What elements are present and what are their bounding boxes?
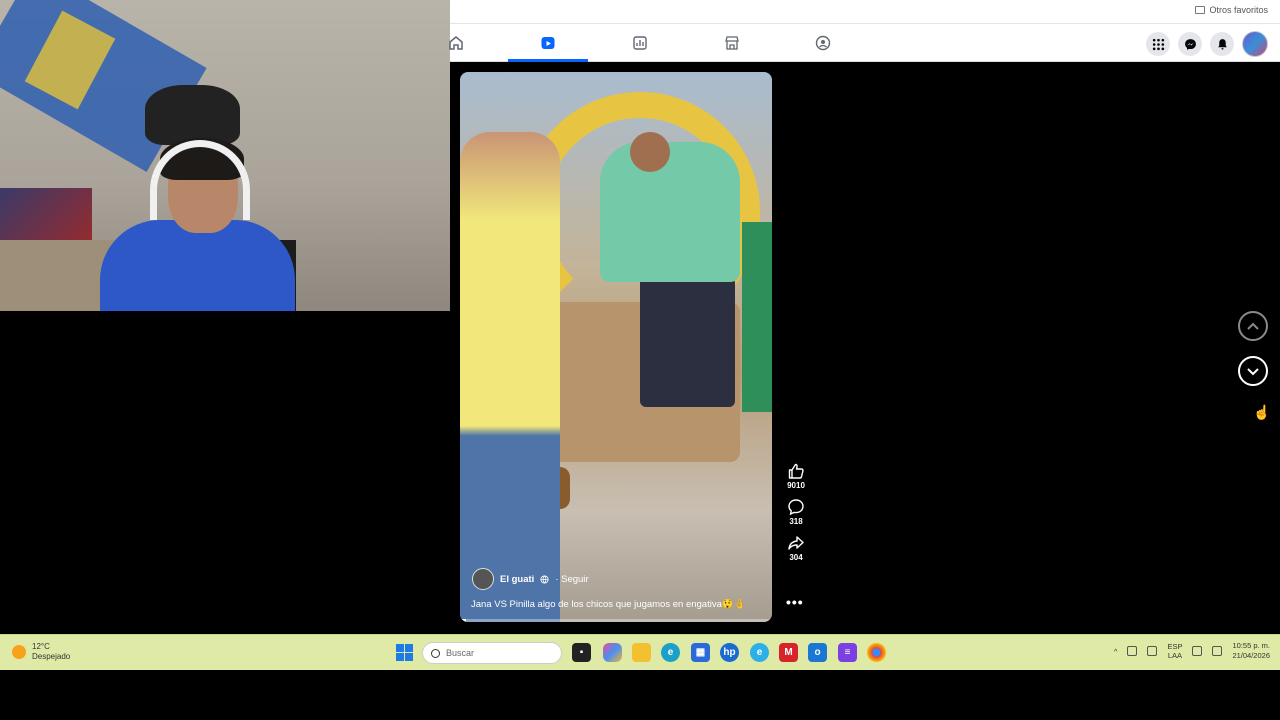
- chevron-up-icon[interactable]: ^: [1114, 647, 1118, 656]
- clock[interactable]: 10:55 p. m. 21/04/2026: [1232, 641, 1270, 661]
- clock-date: 21/04/2026: [1232, 651, 1270, 660]
- weather-condition: Despejado: [32, 652, 71, 661]
- webcam-overlay: [0, 0, 450, 311]
- reels-icon: [541, 37, 555, 49]
- wifi-icon[interactable]: [1192, 646, 1203, 656]
- volume-icon[interactable]: [1212, 646, 1223, 656]
- hand-cursor-icon: ☝: [1253, 404, 1271, 420]
- messenger-icon: [1184, 38, 1196, 50]
- grid-menu-icon: [1152, 38, 1164, 50]
- chevron-up-icon: [1247, 322, 1259, 330]
- bookmarks-bar: Otros favoritos: [450, 0, 1280, 24]
- streamer-hoodie: [100, 220, 295, 311]
- tab-reels[interactable]: [508, 24, 588, 62]
- keyboard-layout: LAA: [1167, 651, 1183, 660]
- author-name[interactable]: El guati: [500, 574, 534, 585]
- weather-widget[interactable]: 12°C Despejado: [12, 642, 70, 662]
- bell-icon: [1217, 38, 1227, 50]
- start-button[interactable]: [396, 644, 413, 661]
- chrome-icon[interactable]: [867, 643, 886, 662]
- follow-button[interactable]: · Seguir: [555, 574, 588, 585]
- more-options-button[interactable]: •••: [786, 594, 804, 610]
- home-icon: [449, 36, 463, 50]
- browser-window: Otros favoritos El guati · Seguir Jana V…: [0, 0, 1280, 634]
- notifications-button[interactable]: [1210, 32, 1234, 56]
- edge-icon[interactable]: e: [661, 643, 680, 662]
- comment-icon: [788, 499, 804, 516]
- language-indicator[interactable]: ESP LAA: [1167, 642, 1182, 660]
- search-placeholder: Buscar: [446, 648, 475, 658]
- next-reel-button[interactable]: [1238, 356, 1268, 386]
- video-person-left: [460, 132, 560, 622]
- language-code: ESP: [1167, 642, 1183, 651]
- desktop: Otros favoritos El guati · Seguir Jana V…: [0, 0, 1280, 720]
- tab-marketplace[interactable]: [692, 24, 772, 62]
- reel-actions: 9010 318 304: [780, 462, 812, 570]
- helmet: [145, 85, 240, 145]
- edge-beta-icon[interactable]: e: [750, 643, 769, 662]
- like-count: 9010: [787, 481, 805, 490]
- file-explorer-icon[interactable]: [632, 643, 651, 662]
- task-view-icon[interactable]: ▪: [572, 643, 591, 662]
- clipchamp-icon[interactable]: ≡: [838, 643, 857, 662]
- microphone-icon[interactable]: [1147, 646, 1158, 656]
- tab-ads[interactable]: [600, 24, 680, 62]
- reel-progress-fill: [460, 619, 467, 622]
- globe-icon: [540, 574, 549, 584]
- like-button[interactable]: 9010: [780, 462, 812, 490]
- hp-icon[interactable]: hp: [720, 643, 739, 662]
- windows-logo-pane: [396, 653, 404, 661]
- messenger-button[interactable]: [1178, 32, 1202, 56]
- outlook-icon[interactable]: o: [808, 643, 827, 662]
- facebook-navbar: [449, 24, 1280, 62]
- comment-button[interactable]: 318: [780, 498, 812, 526]
- windows-logo-pane: [405, 653, 413, 661]
- other-favorites-button[interactable]: Otros favoritos: [1195, 5, 1268, 15]
- reel-video[interactable]: El guati · Seguir Jana VS Pinilla algo d…: [460, 72, 772, 622]
- tab-home[interactable]: [416, 24, 496, 62]
- other-favorites-label: Otros favoritos: [1209, 5, 1268, 15]
- profile-avatar[interactable]: [1242, 31, 1268, 57]
- chevron-down-icon: [1247, 368, 1259, 376]
- weather-temp: 12°C: [32, 642, 50, 651]
- weather-text: 12°C Despejado: [32, 642, 70, 662]
- clock-time: 10:55 p. m.: [1232, 641, 1270, 650]
- windows-taskbar: 12°C Despejado Buscar ▪ e ▦ hp e M o ≡ ^…: [0, 634, 1280, 670]
- network-icon[interactable]: [1127, 646, 1138, 656]
- video-person-shirt: [600, 142, 740, 282]
- reel-progress-bar[interactable]: [460, 619, 772, 622]
- folder-icon: [1195, 6, 1206, 14]
- author-avatar[interactable]: [472, 568, 494, 590]
- thumbs-up-icon: [788, 463, 804, 479]
- chart-icon: [633, 36, 647, 50]
- windows-logo-pane: [396, 644, 404, 652]
- moon-weather-icon: [12, 645, 26, 659]
- groups-icon: [815, 35, 831, 51]
- copilot-icon[interactable]: [603, 643, 622, 662]
- system-tray: ^ ESP LAA 10:55 p. m. 21/04/2026: [1114, 641, 1270, 661]
- menu-button[interactable]: [1146, 32, 1170, 56]
- previous-reel-button[interactable]: [1238, 311, 1268, 341]
- video-person-head: [630, 132, 670, 172]
- mcafee-icon[interactable]: M: [779, 643, 798, 662]
- tab-groups[interactable]: [783, 24, 863, 62]
- windows-logo-pane: [405, 644, 413, 652]
- reel-caption: Jana VS Pinilla algo de los chicos que j…: [471, 599, 746, 610]
- share-button[interactable]: 304: [780, 534, 812, 562]
- store-icon: [725, 36, 739, 50]
- video-person-right: [742, 222, 772, 412]
- share-icon: [788, 536, 804, 550]
- share-count: 304: [789, 553, 803, 562]
- video-person-pants: [640, 277, 735, 407]
- search-icon: [431, 648, 440, 658]
- taskbar-search[interactable]: Buscar: [422, 642, 562, 664]
- store-icon[interactable]: ▦: [691, 643, 710, 662]
- comment-count: 318: [789, 517, 803, 526]
- reel-author: El guati · Seguir: [472, 568, 589, 590]
